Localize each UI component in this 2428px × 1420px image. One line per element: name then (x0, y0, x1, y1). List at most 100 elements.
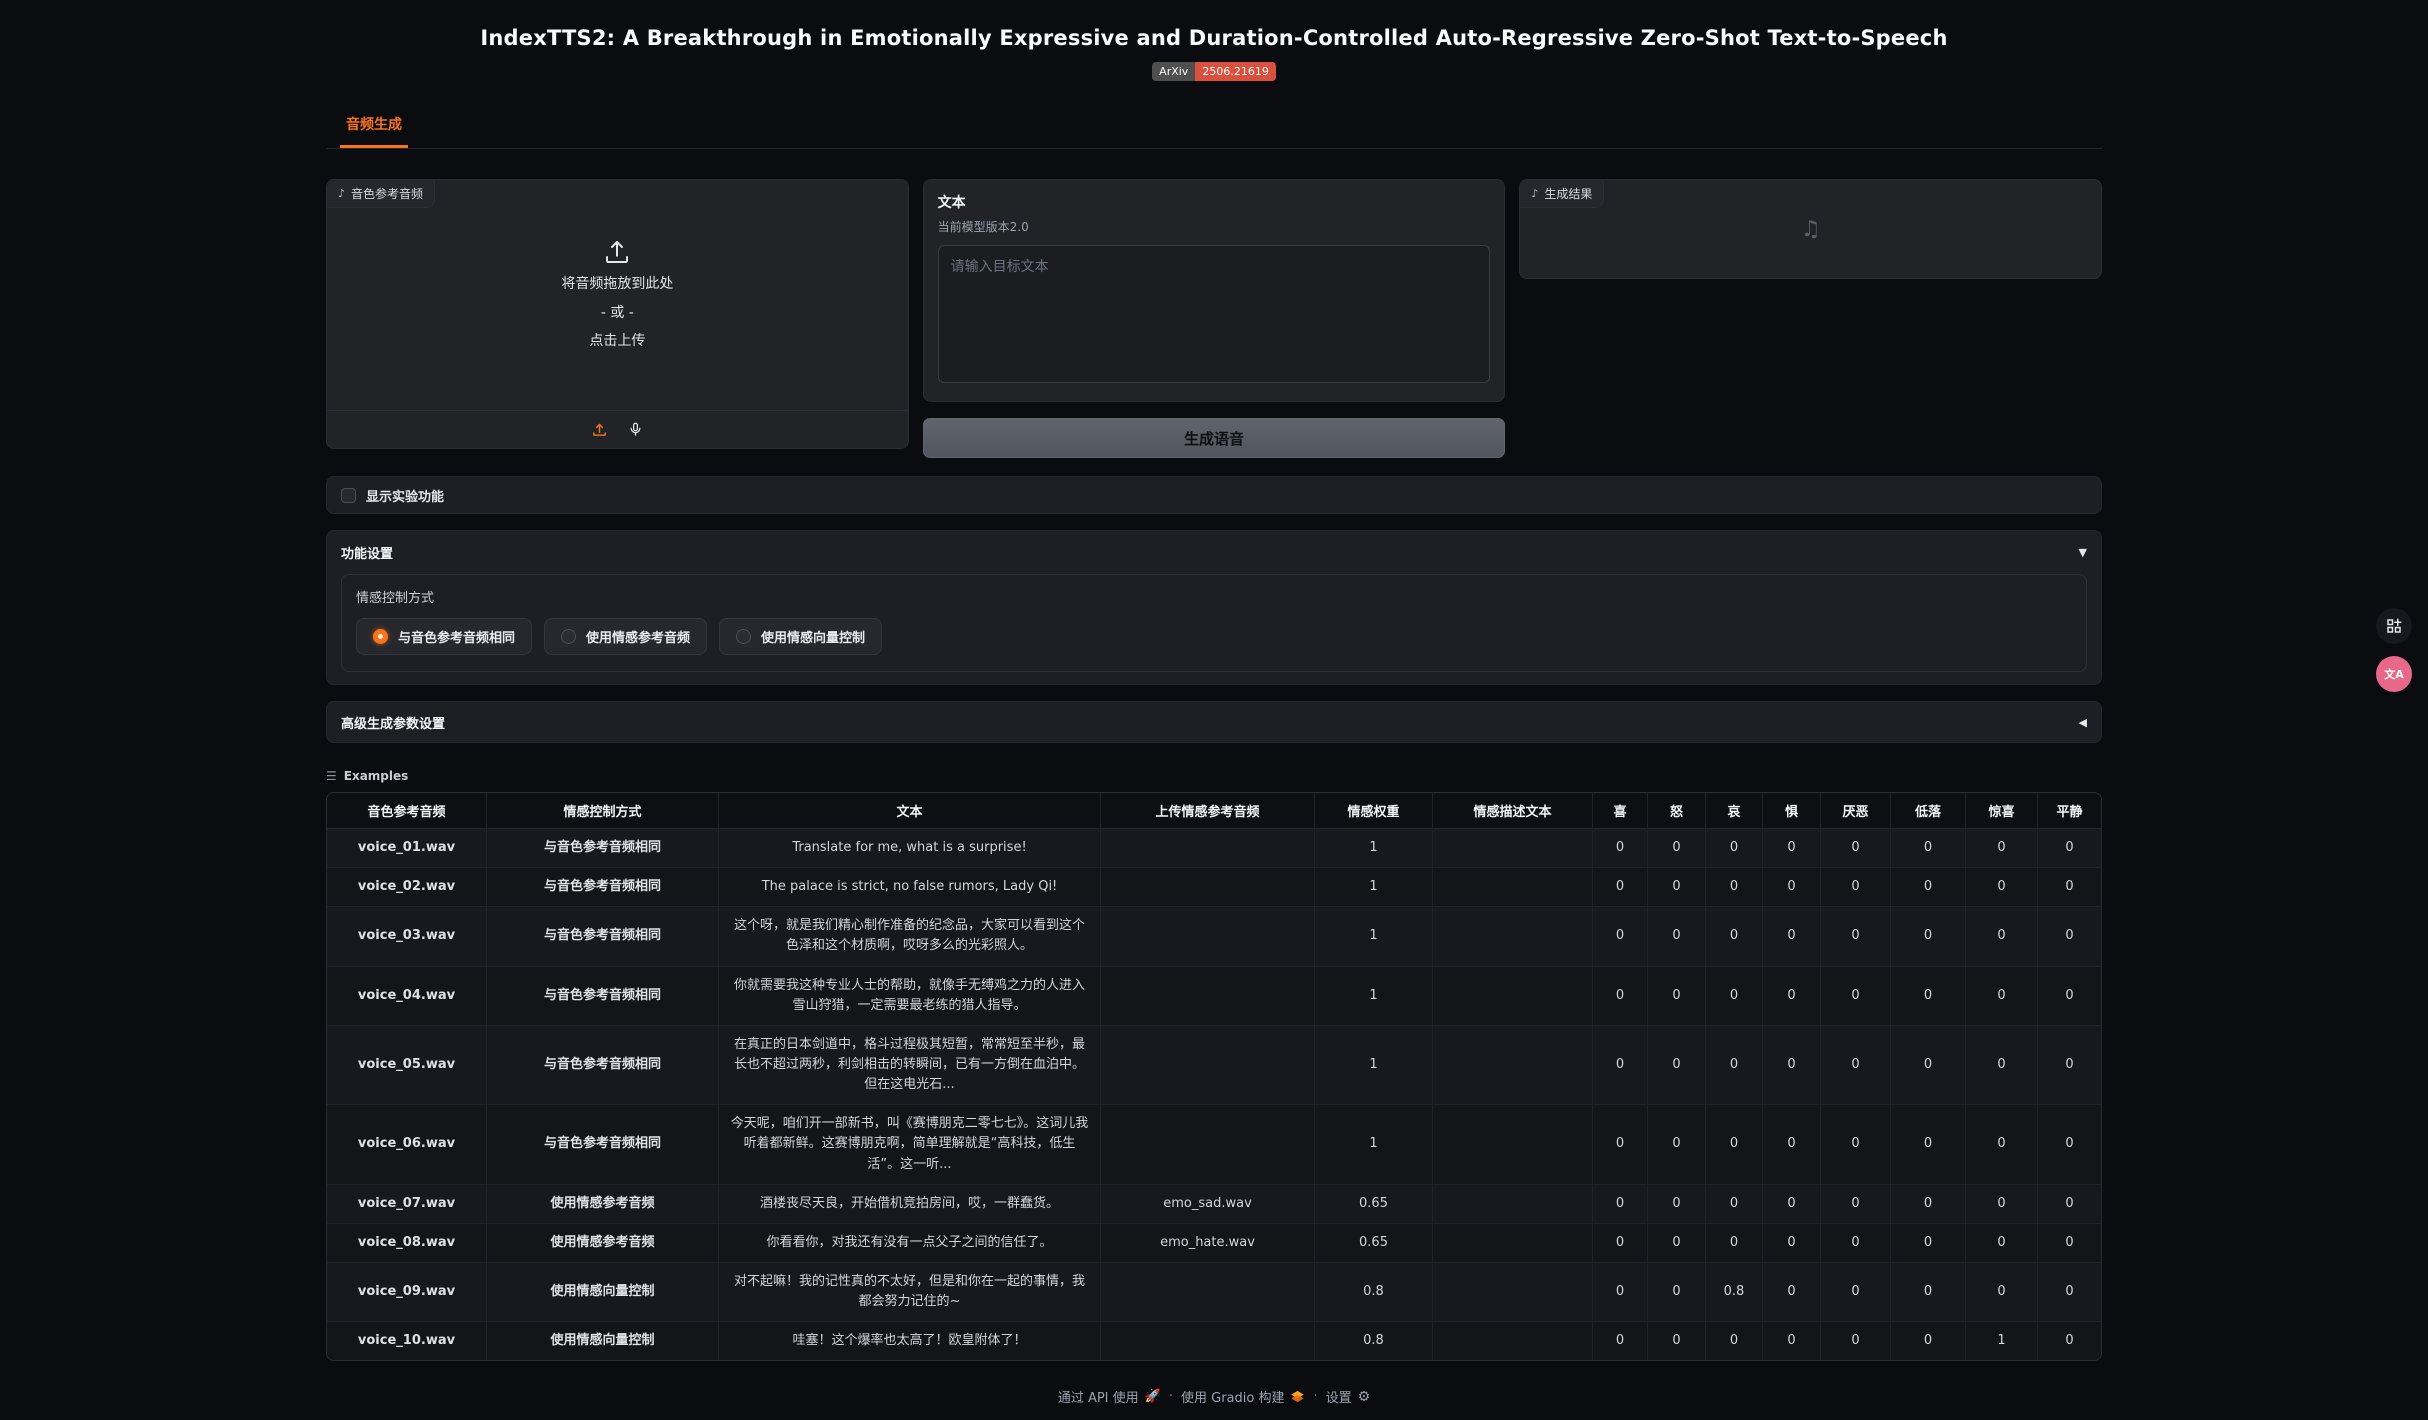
examples-list-icon: ☰ (326, 769, 337, 783)
table-cell: 0 (1891, 1263, 1966, 1322)
table-cell: 0 (1593, 829, 1648, 868)
table-cell (1433, 829, 1593, 868)
example-row[interactable]: voice_05.wav与音色参考音频相同在真正的日本剑道中，格斗过程极其短暂，… (327, 1026, 2101, 1105)
feature-settings-header[interactable]: 功能设置 ▼ (341, 543, 2087, 562)
table-cell: 0 (1706, 1322, 1763, 1360)
target-text-input[interactable] (938, 245, 1491, 383)
example-row[interactable]: voice_10.wav使用情感向量控制哇塞！这个爆率也太高了！欧皇附体了！0.… (327, 1322, 2101, 1360)
example-row[interactable]: voice_09.wav使用情感向量控制对不起嘛！我的记性真的不太好，但是和你在… (327, 1263, 2101, 1322)
settings-label: 设置 (1326, 1387, 1352, 1406)
table-cell: 0 (1966, 868, 2038, 907)
table-cell: 0 (2038, 1263, 2101, 1322)
table-cell: 0 (1821, 1224, 1891, 1263)
table-cell: 0 (1763, 1322, 1821, 1360)
example-row[interactable]: voice_04.wav与音色参考音频相同你就需要我这种专业人士的帮助，就像手无… (327, 967, 2101, 1026)
examples-label: ☰ Examples (326, 769, 2102, 783)
table-cell: 0 (1706, 967, 1763, 1026)
grid-plus-icon (2385, 617, 2403, 635)
built-with-gradio-link[interactable]: 使用 Gradio 构建 (1181, 1387, 1305, 1406)
table-cell: voice_04.wav (327, 967, 487, 1026)
table-cell: voice_05.wav (327, 1026, 487, 1105)
table-cell: 0 (2038, 829, 2101, 868)
table-header-cell: 怒 (1648, 793, 1706, 829)
audio-source-bar (327, 410, 908, 448)
radio-option[interactable]: 使用情感参考音频 (544, 618, 707, 655)
radio-option[interactable]: 与音色参考音频相同 (356, 618, 532, 655)
table-cell (1433, 967, 1593, 1026)
emotion-control-group: 情感控制方式 与音色参考音频相同使用情感参考音频 使用情感向量控制 (341, 574, 2087, 672)
example-row[interactable]: voice_03.wav与音色参考音频相同这个呀，就是我们精心制作准备的纪念品，… (327, 907, 2101, 966)
table-header-cell: 文本 (719, 793, 1101, 829)
model-version-text: 当前模型版本2.0 (938, 218, 1491, 235)
table-cell: 0 (1706, 1105, 1763, 1184)
table-cell: 0 (2038, 907, 2101, 966)
use-via-api-link[interactable]: 通过 API 使用 🚀 (1058, 1387, 1161, 1406)
example-row[interactable]: voice_02.wav与音色参考音频相同The palace is stric… (327, 868, 2101, 907)
microphone-button[interactable] (628, 421, 643, 438)
table-cell: 0 (1763, 829, 1821, 868)
generate-speech-button[interactable]: 生成语音 (923, 418, 1506, 458)
examples-table: 音色参考音频情感控制方式文本上传情感参考音频情感权重情感描述文本喜怒哀惧厌恶低落… (326, 792, 2102, 1361)
microphone-icon (628, 421, 643, 438)
table-cell: 0.8 (1315, 1322, 1433, 1360)
upload-source-icon (591, 421, 608, 438)
table-cell: 0 (1966, 967, 2038, 1026)
feature-settings-accordion: 功能设置 ▼ 情感控制方式 与音色参考音频相同使用情感参考音频 使用情感向量控制 (326, 530, 2102, 685)
table-cell: 0 (1648, 1322, 1706, 1360)
table-cell (1433, 1224, 1593, 1263)
examples-label-text: Examples (344, 769, 409, 783)
table-cell: Translate for me, what is a surprise! (719, 829, 1101, 868)
table-cell: 0 (1648, 1224, 1706, 1263)
radio-option-label: 使用情感向量控制 (761, 627, 865, 646)
table-cell (1433, 907, 1593, 966)
example-row[interactable]: voice_01.wav与音色参考音频相同Translate for me, w… (327, 829, 2101, 868)
emotion-control-label: 情感控制方式 (356, 587, 2072, 606)
translate-button[interactable]: 文A (2376, 656, 2412, 692)
voice-reference-label: ♪ 音色参考音频 (327, 180, 435, 208)
advanced-settings-accordion[interactable]: 高级生成参数设置 ◀ (326, 701, 2102, 743)
tab-audio-generation[interactable]: 音频生成 (340, 105, 408, 148)
example-row[interactable]: voice_07.wav使用情感参考音频酒楼丧尽天良，开始借机竞拍房间，哎，一群… (327, 1185, 2101, 1224)
arxiv-badge-link[interactable]: ArXiv 2506.21619 (1152, 62, 1276, 81)
table-cell: 与音色参考音频相同 (487, 868, 719, 907)
example-row[interactable]: voice_06.wav与音色参考音频相同今天呢，咱们开一部新书，叫《赛博朋克二… (327, 1105, 2101, 1184)
emo-control-radio-group: 与音色参考音频相同使用情感参考音频 使用情感向量控制 (356, 618, 2072, 655)
table-cell: emo_sad.wav (1101, 1185, 1315, 1224)
example-row[interactable]: voice_08.wav使用情感参考音频你看看你，对我还有没有一点父子之间的信任… (327, 1224, 2101, 1263)
table-cell: 今天呢，咱们开一部新书，叫《赛博朋克二零七七》。这词儿我听着都新鲜。这赛博朋克啊… (719, 1105, 1101, 1184)
extension-grid-button[interactable] (2376, 608, 2412, 644)
result-label-text: 生成结果 (1544, 185, 1592, 202)
advanced-settings-title: 高级生成参数设置 (341, 713, 445, 732)
table-cell (1101, 1105, 1315, 1184)
checkbox-icon[interactable] (341, 488, 356, 503)
table-cell (1101, 967, 1315, 1026)
experimental-features-toggle[interactable]: 显示实验功能 (326, 476, 2102, 514)
table-cell: 0 (1891, 1105, 1966, 1184)
click-upload-text: 点击上传 (589, 330, 645, 352)
table-cell: 0 (1706, 868, 1763, 907)
radio-option[interactable]: 使用情感向量控制 (719, 618, 882, 655)
audio-dropzone[interactable]: 将音频拖放到此处 - 或 - 点击上传 (327, 180, 908, 410)
table-cell: 0 (1821, 1322, 1891, 1360)
table-cell: 0 (1763, 967, 1821, 1026)
table-cell (1433, 1263, 1593, 1322)
examples-section: ☰ Examples 音色参考音频情感控制方式文本上传情感参考音频情感权重情感描… (326, 769, 2102, 1361)
table-cell: 0 (2038, 1105, 2101, 1184)
table-cell: 0 (1593, 1185, 1648, 1224)
table-cell (1101, 1322, 1315, 1360)
settings-link[interactable]: 设置 ⚙ (1326, 1387, 1371, 1406)
table-cell: 0 (2038, 1026, 2101, 1105)
result-placeholder-note-icon: ♫ (1801, 217, 1821, 242)
music-note-icon: ♪ (1531, 187, 1538, 200)
table-cell (1433, 868, 1593, 907)
table-header-cell: 上传情感参考音频 (1101, 793, 1315, 829)
text-label: 文本 (938, 192, 1491, 212)
table-cell: 0 (1966, 829, 2038, 868)
table-cell: 0 (1821, 1185, 1891, 1224)
table-cell: 0 (1891, 829, 1966, 868)
accordion-closed-arrow-icon: ◀ (2079, 716, 2087, 729)
upload-source-button[interactable] (591, 421, 608, 438)
table-cell: 0 (1891, 868, 1966, 907)
footer: 通过 API 使用 🚀 · 使用 Gradio 构建 · 设置 ⚙ (326, 1387, 2102, 1406)
table-cell: 0 (1706, 829, 1763, 868)
